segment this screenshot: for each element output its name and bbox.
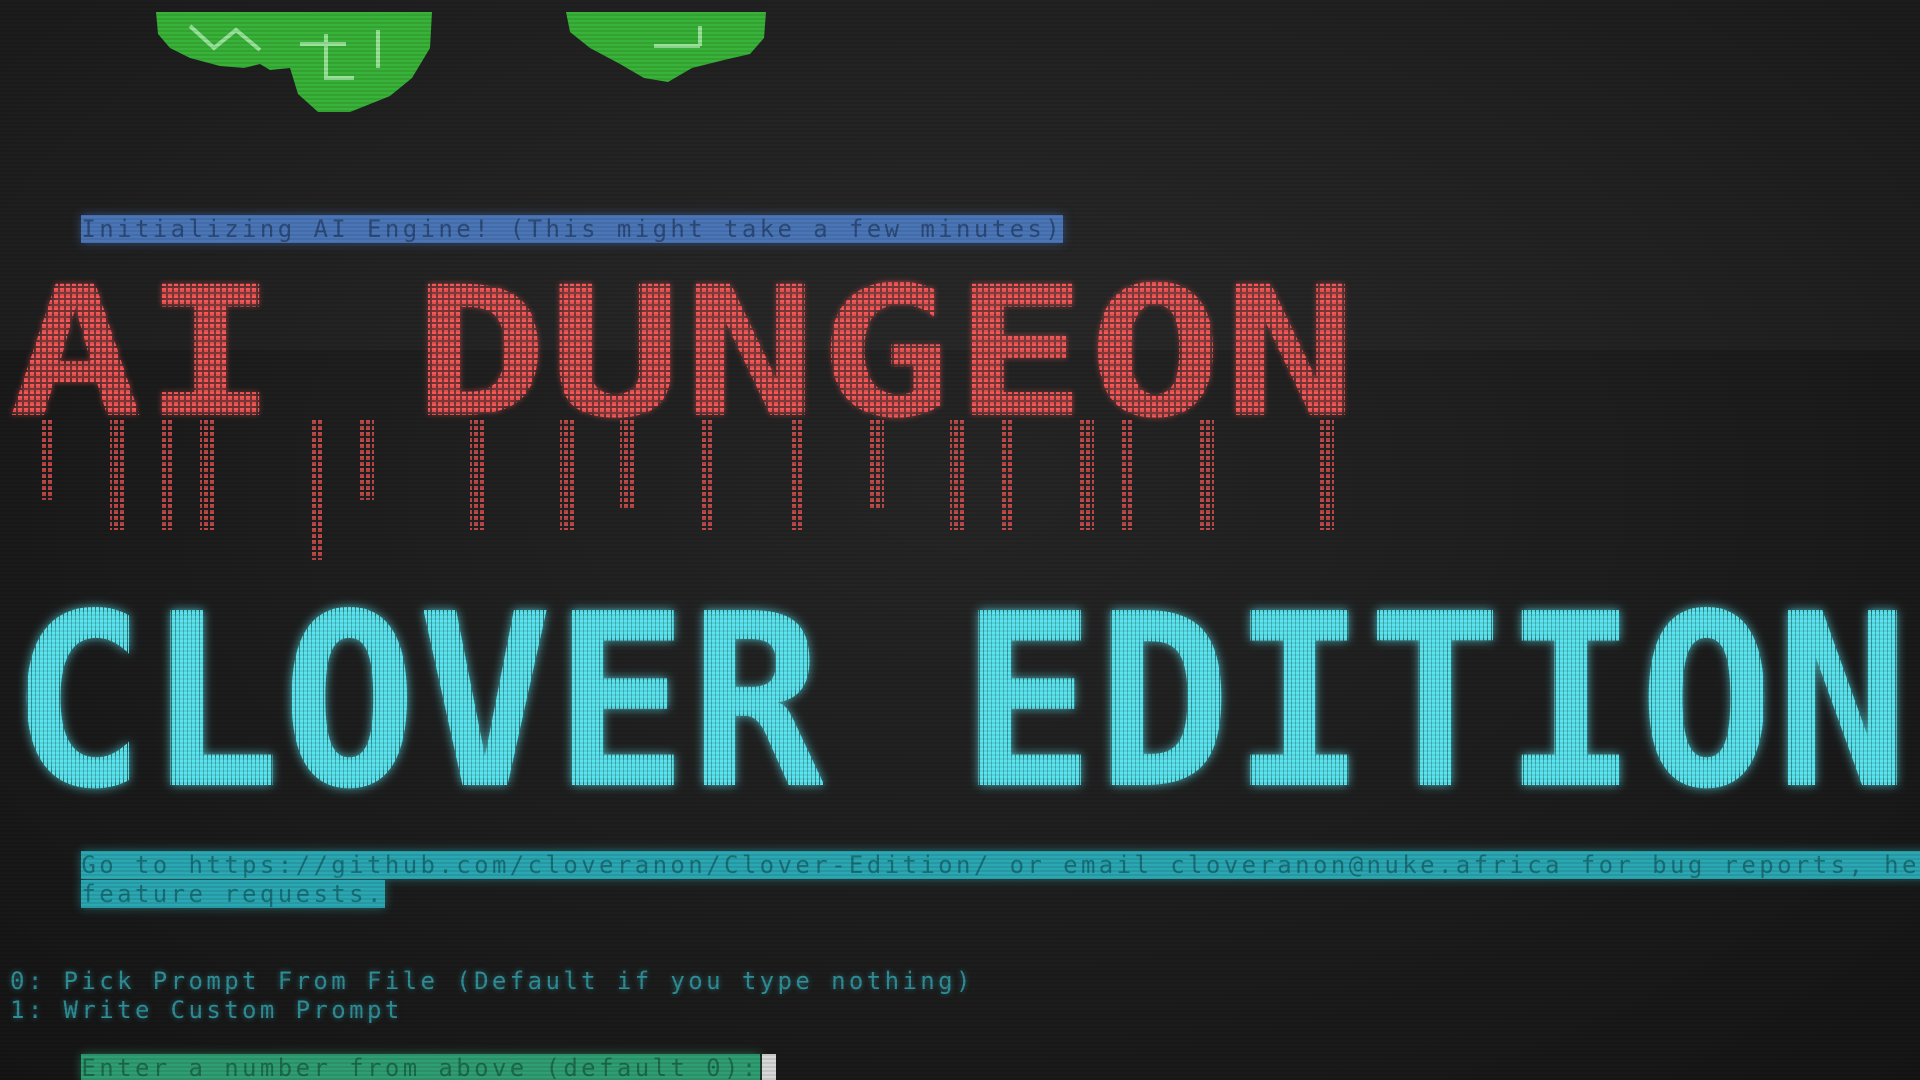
clover-edition-title: CLOVER EDITION [10, 562, 1910, 842]
input-prompt-line[interactable]: Enter a number from above (default 0): [10, 1025, 776, 1080]
terminal-screen: Initializing AI Engine! (This might take… [0, 0, 1920, 1080]
help-message-2: feature requests. [81, 880, 385, 908]
input-prompt: Enter a number from above (default 0): [81, 1054, 760, 1080]
help-message-line-2: feature requests. [10, 851, 385, 938]
block-cursor-icon[interactable] [761, 1054, 776, 1080]
menu-option-0: 0: Pick Prompt From File (Default if you… [10, 967, 974, 995]
menu-option-1: 1: Write Custom Prompt [10, 996, 403, 1024]
